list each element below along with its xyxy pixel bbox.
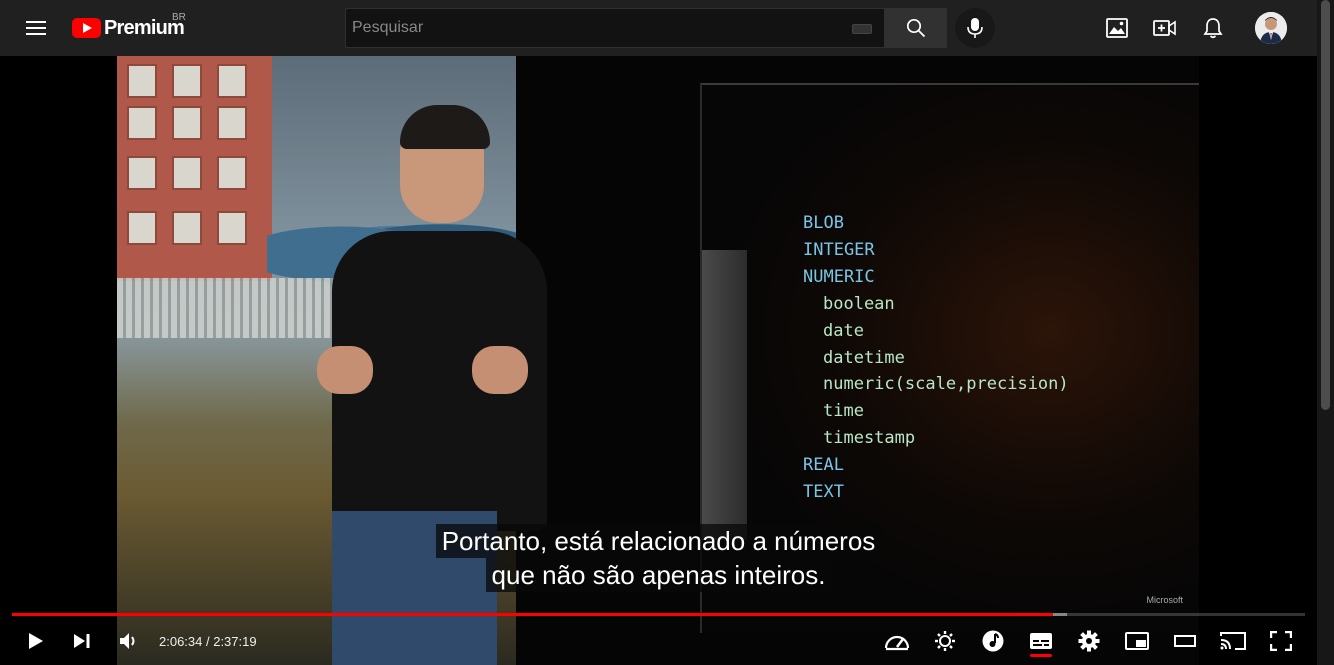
play-button[interactable] bbox=[20, 623, 52, 659]
cast-button[interactable] bbox=[1217, 623, 1249, 659]
progress-bar[interactable] bbox=[12, 613, 1305, 616]
fullscreen-button[interactable] bbox=[1265, 623, 1297, 659]
subtitles-active-indicator bbox=[1030, 654, 1052, 657]
volume-icon bbox=[120, 633, 135, 649]
menu-button[interactable] bbox=[18, 12, 54, 44]
scrollbar-thumb[interactable] bbox=[1321, 0, 1330, 410]
sql-type-list: BLOB INTEGER NUMERIC boolean date datetime num… bbox=[803, 210, 1069, 506]
avatar[interactable] bbox=[1255, 12, 1287, 44]
user-portrait-icon bbox=[1255, 12, 1287, 44]
slide-line-time: time bbox=[823, 401, 864, 422]
music-button[interactable] bbox=[977, 623, 1009, 659]
slide-line-real: REAL bbox=[803, 455, 844, 476]
settings-button[interactable] bbox=[1073, 623, 1105, 659]
subtitles-icon bbox=[1030, 633, 1052, 649]
keyboard-icon[interactable] bbox=[852, 24, 872, 34]
youtube-logo-icon bbox=[72, 18, 101, 38]
time-display: 2:06:34 / 2:37:19 bbox=[159, 633, 257, 649]
backdrop-building bbox=[117, 56, 272, 281]
page-scrollbar[interactable] bbox=[1317, 0, 1334, 665]
video-player[interactable]: BLOB INTEGER NUMERIC boolean date datetime num… bbox=[0, 56, 1317, 665]
captions: Portanto, está relacionado a números que… bbox=[0, 524, 1317, 592]
search-button[interactable] bbox=[884, 8, 947, 48]
masthead: Premium BR bbox=[0, 0, 1317, 56]
mute-button[interactable] bbox=[113, 623, 145, 659]
slide-line-numeric: NUMERIC bbox=[803, 266, 875, 287]
search-icon bbox=[906, 18, 925, 38]
slide-frame-post bbox=[702, 250, 747, 540]
notifications-button[interactable] bbox=[1197, 12, 1229, 44]
slide-line-datetime: datetime bbox=[823, 347, 905, 368]
create-button[interactable] bbox=[1149, 12, 1181, 44]
image-button[interactable] bbox=[1101, 12, 1133, 44]
miniplayer-icon bbox=[1125, 632, 1149, 650]
caption-line-1: Portanto, está relacionado a números bbox=[435, 524, 882, 558]
menu-icon bbox=[26, 21, 46, 35]
theater-mode-button[interactable] bbox=[1169, 623, 1201, 659]
miniplayer-button[interactable] bbox=[1121, 623, 1153, 659]
speed-icon bbox=[884, 635, 910, 651]
cast-icon bbox=[1220, 632, 1246, 650]
theater-mode-icon bbox=[1174, 635, 1196, 647]
music-icon bbox=[982, 630, 1004, 652]
slide-brand: Microsoft bbox=[1146, 595, 1183, 605]
mic-icon bbox=[967, 18, 983, 38]
ambient-settings-icon bbox=[935, 631, 955, 651]
slide-line-numeric-scale-precision: numeric(scale,precision) bbox=[823, 374, 1069, 395]
voice-search-button[interactable] bbox=[955, 8, 995, 48]
progress-played bbox=[12, 613, 1053, 616]
youtube-premium-logo[interactable]: Premium BR bbox=[72, 12, 186, 40]
next-icon bbox=[74, 634, 90, 648]
play-icon bbox=[29, 633, 43, 649]
country-code: BR bbox=[172, 12, 186, 23]
search-box bbox=[345, 8, 885, 48]
image-icon bbox=[1106, 18, 1128, 38]
ambient-mode-button[interactable] bbox=[929, 623, 961, 659]
slide-line-text: TEXT bbox=[803, 482, 844, 503]
fullscreen-icon bbox=[1270, 631, 1292, 651]
playback-speed-button[interactable] bbox=[880, 623, 914, 659]
slide-line-date: date bbox=[823, 320, 864, 341]
slide-line-timestamp: timestamp bbox=[823, 428, 916, 449]
caption-line-2: que não são apenas inteiros. bbox=[485, 558, 832, 592]
bell-icon bbox=[1203, 18, 1223, 39]
slide-line-blob: BLOB bbox=[803, 213, 844, 233]
next-button[interactable] bbox=[66, 623, 98, 659]
slide-line-boolean: boolean bbox=[823, 293, 895, 314]
presenter-right-hand bbox=[472, 346, 528, 394]
search-input[interactable] bbox=[346, 9, 884, 47]
presenter-hair bbox=[400, 105, 490, 149]
create-video-icon bbox=[1153, 20, 1176, 36]
settings-gear-icon bbox=[1078, 630, 1100, 652]
slide-line-integer: INTEGER bbox=[803, 239, 875, 260]
presenter-left-hand bbox=[317, 346, 373, 394]
